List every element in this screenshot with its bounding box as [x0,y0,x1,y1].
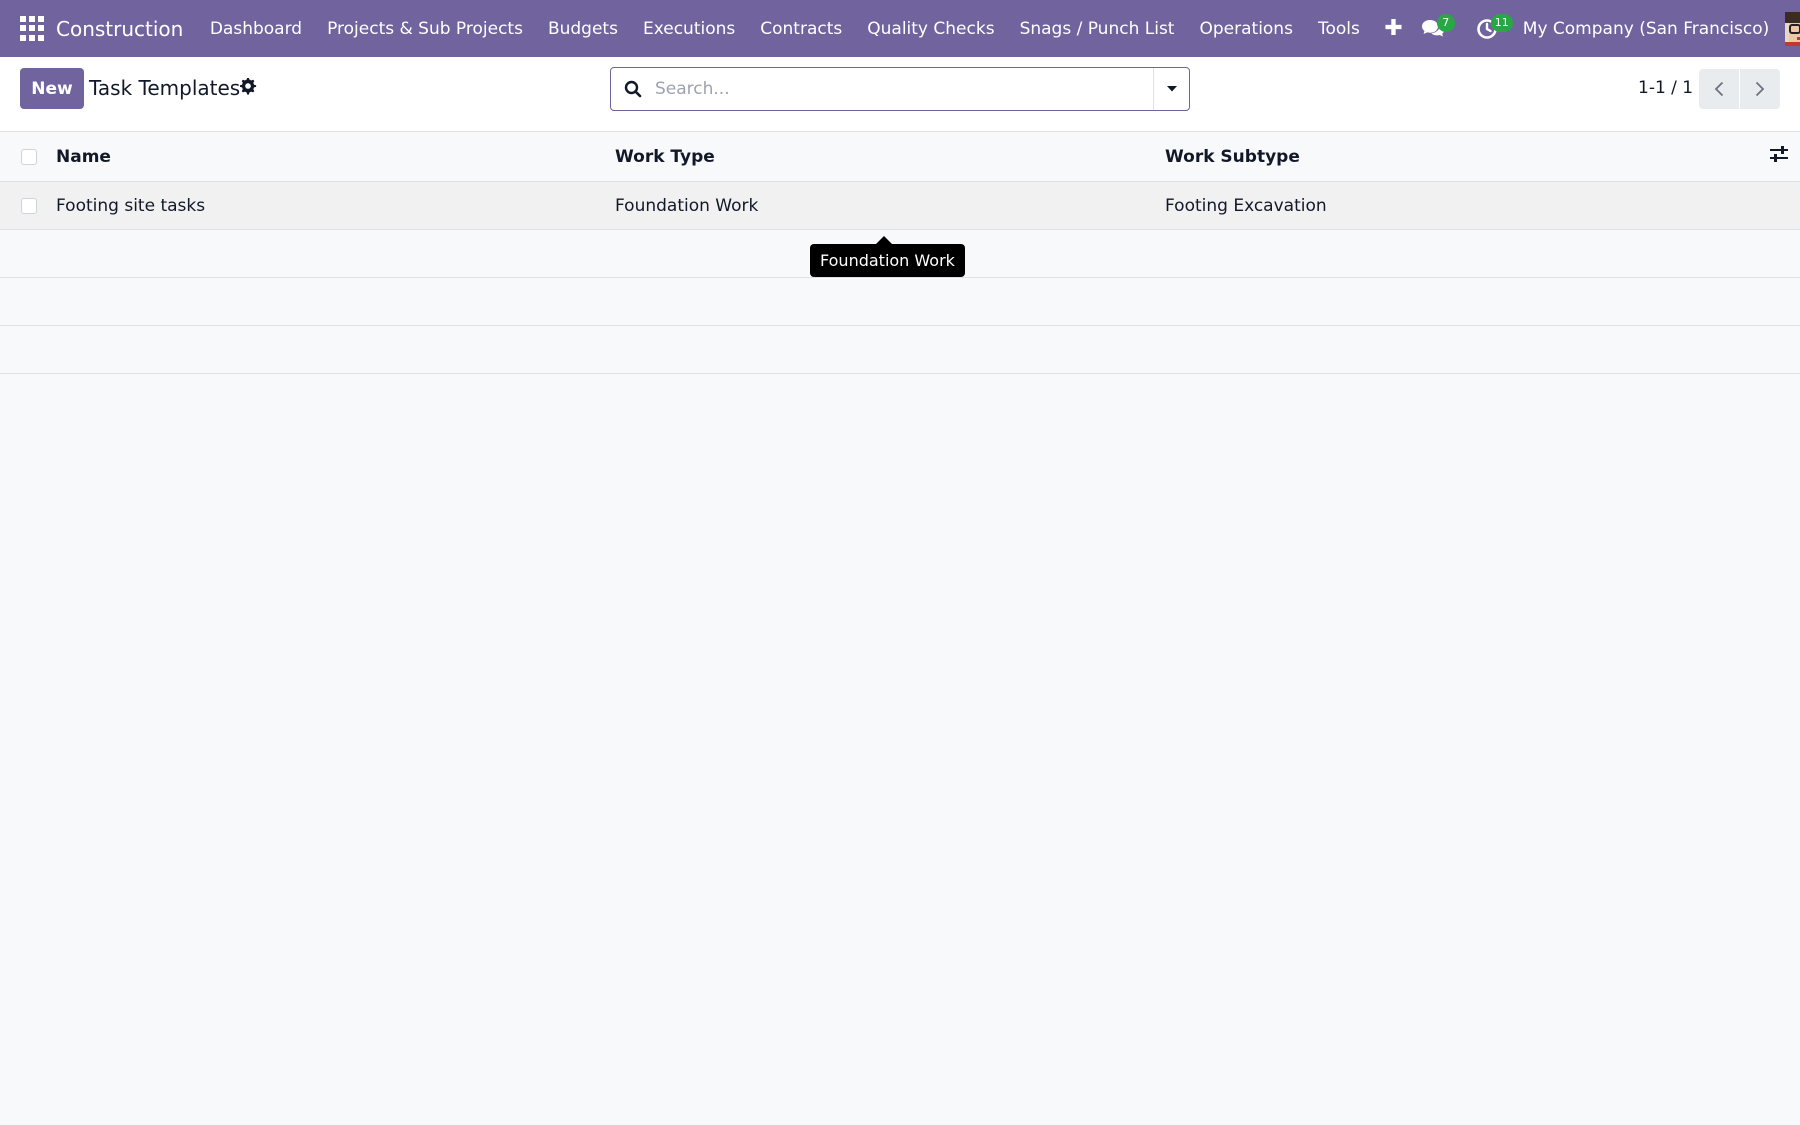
new-button[interactable]: New [20,68,84,109]
column-header-work-subtype[interactable]: Work Subtype [1165,147,1300,167]
systray: 7 11 My Company (San Francisco) [1415,11,1800,47]
row-checkbox[interactable] [21,197,37,214]
column-header-work-type[interactable]: Work Type [615,147,715,167]
optional-columns-icon[interactable] [1770,146,1788,167]
pager-value[interactable]: 1-1 / 1 [1638,78,1693,98]
messages-badge: 7 [1436,13,1455,32]
page-title: Task Templates [89,76,241,100]
company-switcher[interactable]: My Company (San Francisco) [1523,19,1769,39]
search-input[interactable] [655,68,1153,110]
chevron-left-icon [1714,81,1724,97]
pager-previous-button[interactable] [1699,69,1739,109]
messages-button[interactable]: 7 [1415,11,1455,47]
cell-name[interactable]: Footing site tasks [56,196,205,216]
app-brand[interactable]: Construction [56,17,183,41]
search-bar [610,67,1190,111]
menu-item-operations[interactable]: Operations [1187,19,1305,39]
search-options-toggle[interactable] [1153,68,1189,110]
menu-item-executions[interactable]: Executions [630,19,747,39]
table-header: Name Work Type Work Subtype [0,132,1800,182]
cell-work-subtype[interactable]: Footing Excavation [1165,196,1327,216]
menu-item-tools[interactable]: Tools [1305,19,1372,39]
tooltip: Foundation Work [810,236,965,277]
activities-badge: 11 [1490,13,1513,32]
menu-item-contracts[interactable]: Contracts [748,19,855,39]
avatar-icon [1785,11,1800,46]
plus-icon[interactable]: ✚ [1372,16,1414,41]
cell-work-type[interactable]: Foundation Work [615,196,758,216]
menu-item-dashboard[interactable]: Dashboard [197,19,314,39]
menu-item-budgets[interactable]: Budgets [535,19,630,39]
menu-item-snags[interactable]: Snags / Punch List [1007,19,1187,39]
table-row[interactable]: Footing site tasks Foundation Work Footi… [0,182,1800,230]
control-panel: New Task Templates 1-1 / 1 [0,57,1800,132]
column-header-name[interactable]: Name [56,147,111,167]
activities-button[interactable]: 11 [1469,11,1513,47]
apps-menu-icon[interactable] [20,15,44,42]
search-icon [611,80,655,98]
gear-icon[interactable] [239,77,257,100]
empty-row [0,326,1800,374]
caret-down-icon [1166,86,1177,92]
menu-item-projects[interactable]: Projects & Sub Projects [315,19,536,39]
chevron-right-icon [1755,81,1765,97]
top-navbar: Construction Dashboard Projects & Sub Pr… [0,0,1800,57]
user-avatar[interactable] [1785,11,1800,46]
select-all-checkbox[interactable] [21,148,37,165]
empty-row [0,278,1800,326]
pager-next-button[interactable] [1740,69,1780,109]
menu-item-quality-checks[interactable]: Quality Checks [855,19,1007,39]
